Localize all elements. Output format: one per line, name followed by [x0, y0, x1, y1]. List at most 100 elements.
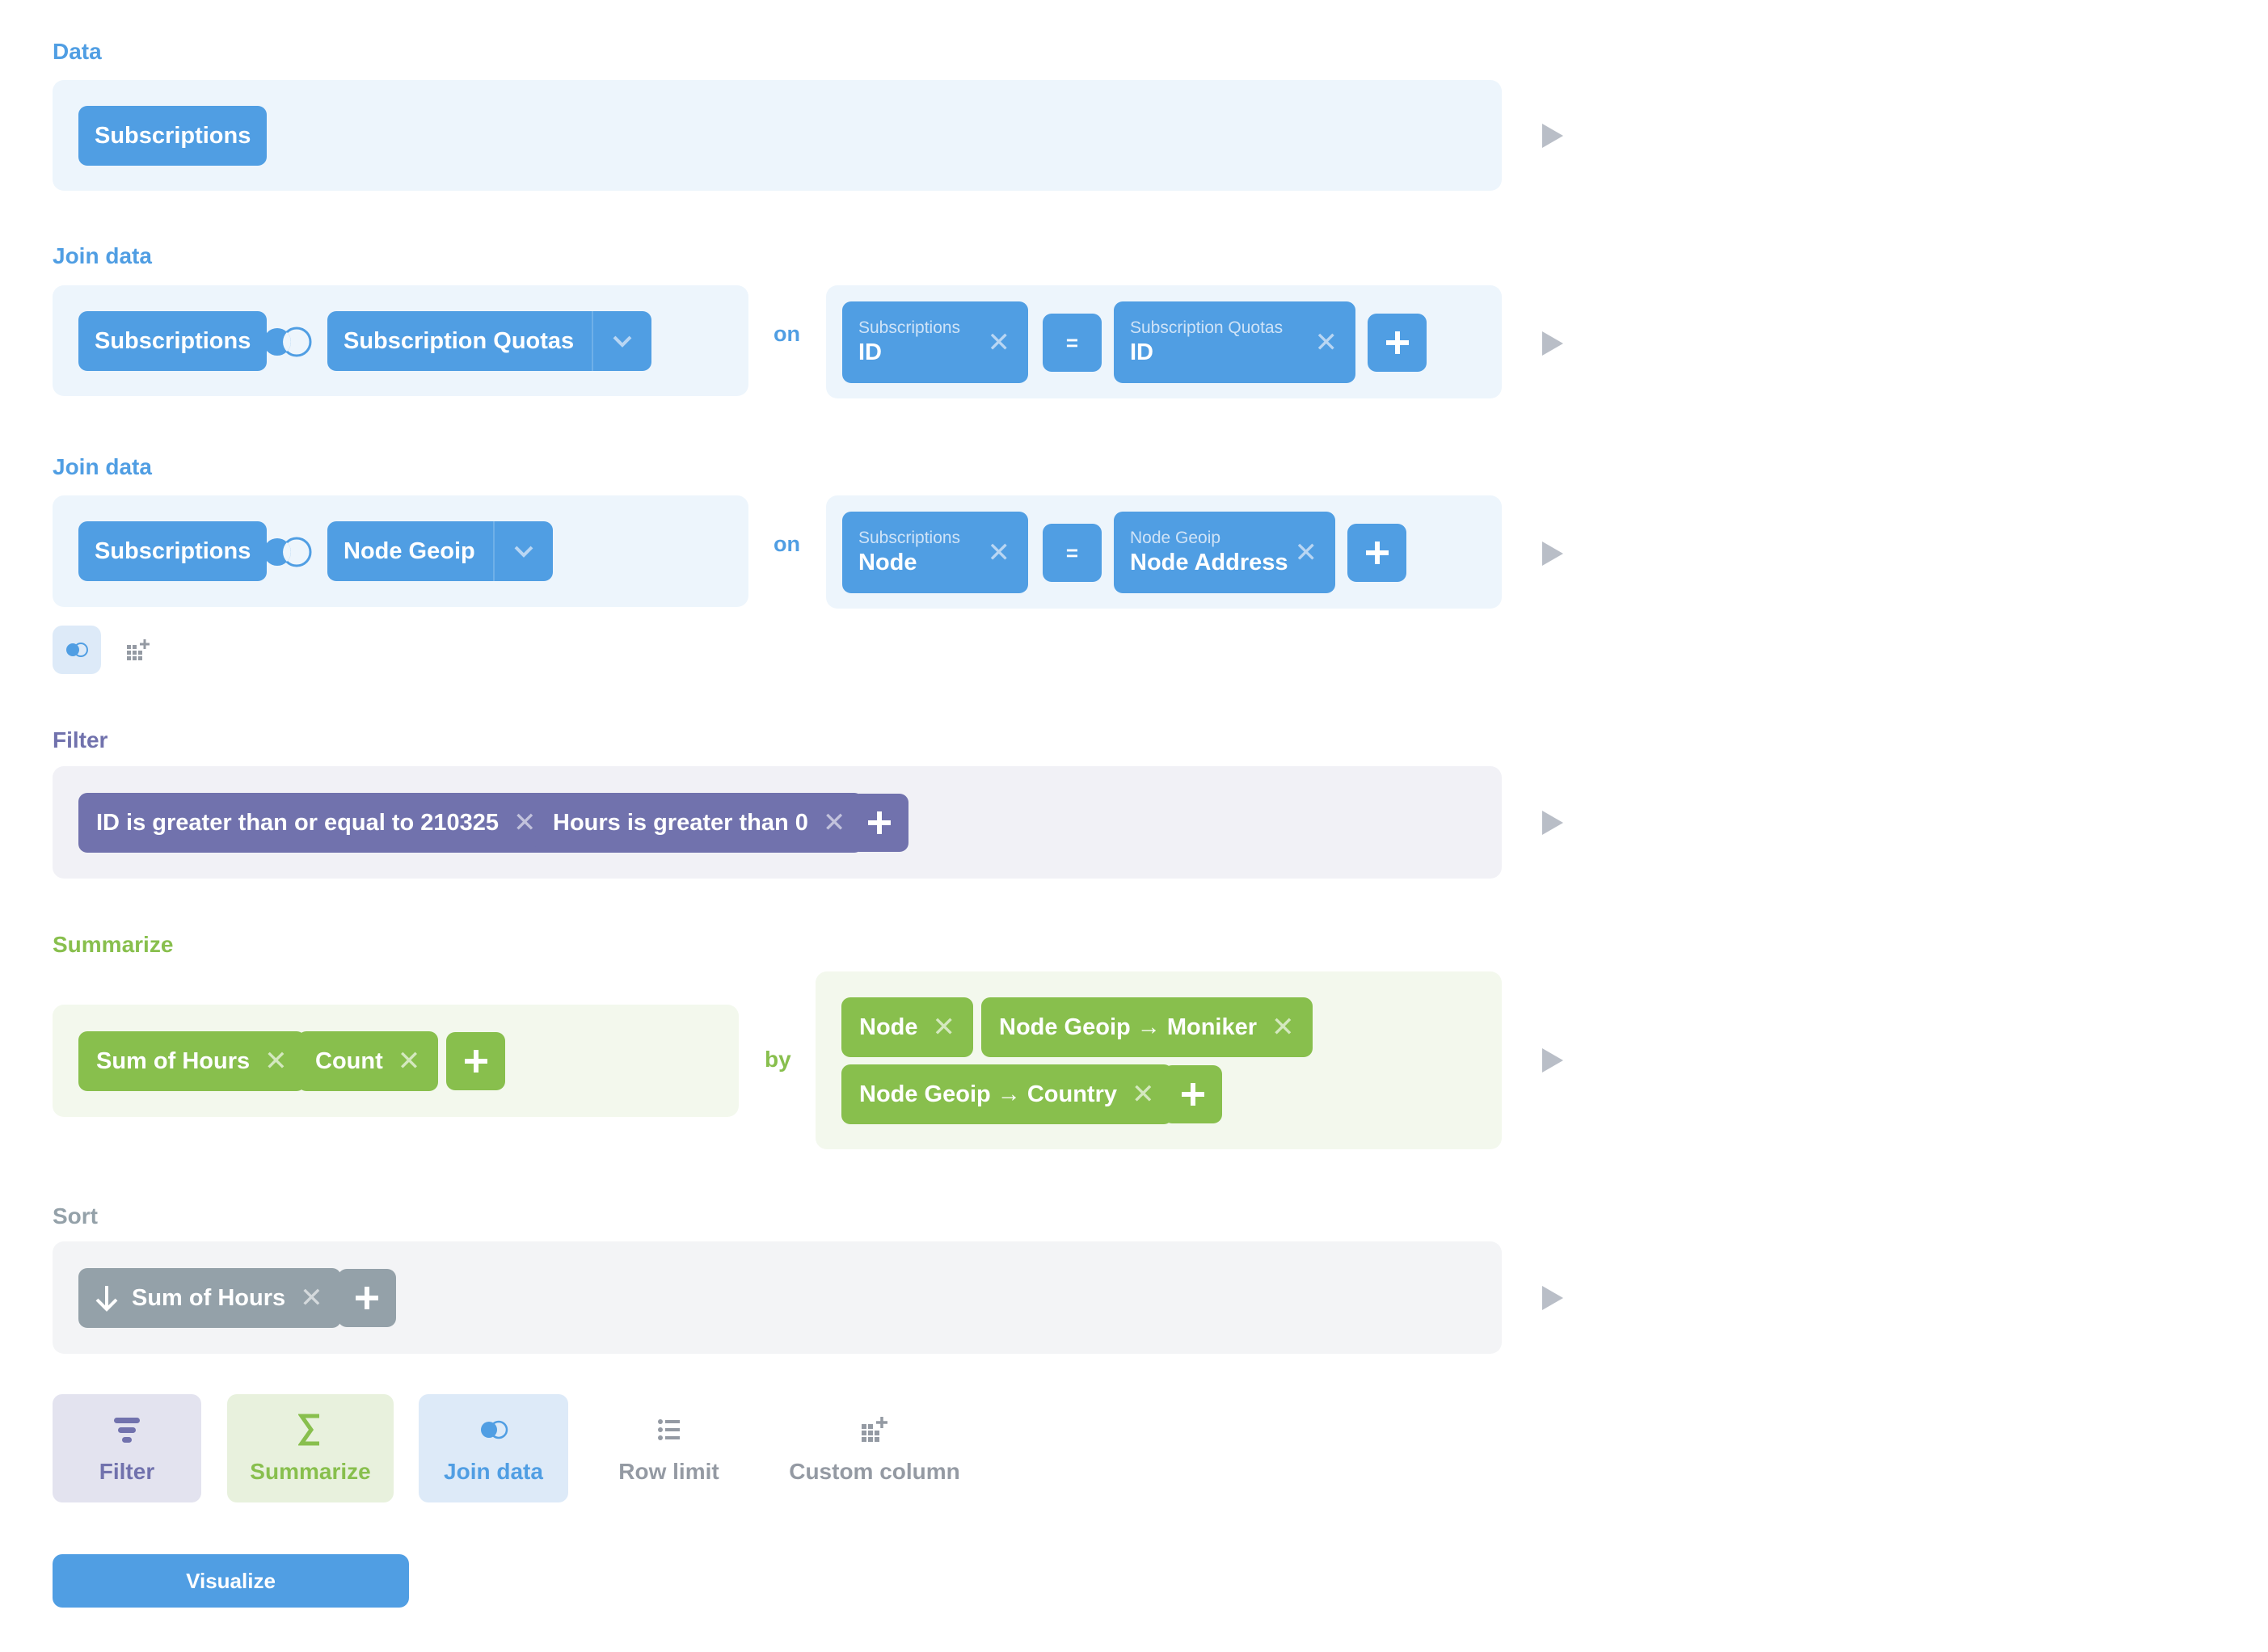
action-filter-button[interactable]: Filter: [53, 1394, 201, 1502]
join-2-left-field[interactable]: Subscriptions Node ✕: [842, 512, 1028, 593]
plus-icon: [464, 1050, 487, 1073]
preview-play-icon[interactable]: [1542, 1286, 1563, 1310]
remove-icon[interactable]: ✕: [300, 1284, 323, 1312]
breakout-item[interactable]: Node Geoip → Moniker ✕: [981, 997, 1313, 1057]
field-column-label: Node: [858, 550, 917, 575]
join-1-section-label: Join data: [53, 243, 152, 268]
breakout-item[interactable]: Node Geoip → Country ✕: [841, 1064, 1173, 1124]
add-join-condition-button[interactable]: [1347, 524, 1406, 582]
remove-icon[interactable]: ✕: [988, 539, 1011, 567]
preview-play-icon[interactable]: [1542, 124, 1563, 148]
breakout-label: Node: [859, 1014, 918, 1040]
metric-label: Sum of Hours: [96, 1047, 251, 1074]
sort-section-label: Sort: [53, 1203, 98, 1228]
join-2-right-field[interactable]: Node Geoip Node Address ✕: [1114, 512, 1335, 593]
chevron-down-icon[interactable]: [495, 545, 553, 558]
metric-label: Count: [315, 1047, 383, 1074]
breakout-item[interactable]: Node ✕: [841, 997, 973, 1057]
action-row-limit-button[interactable]: Row limit: [594, 1394, 744, 1502]
action-join-data-button[interactable]: Join data: [419, 1394, 568, 1502]
field-table-label: Subscription Quotas: [1130, 318, 1284, 337]
metric-item[interactable]: Sum of Hours ✕: [78, 1031, 306, 1091]
preview-play-icon[interactable]: [1542, 1048, 1563, 1073]
summarize-breakouts-box: Node ✕ Node Geoip → Moniker ✕ Node Geoip…: [816, 971, 1502, 1149]
plus-icon: [356, 1287, 378, 1309]
join-2-operator[interactable]: =: [1043, 524, 1102, 582]
visualize-button[interactable]: Visualize: [53, 1554, 409, 1608]
data-step-box: Subscriptions: [53, 80, 1502, 191]
venn-left-join-icon[interactable]: [261, 536, 314, 572]
join-1-left-table-label: Subscriptions: [95, 327, 251, 354]
join-1-right-table-label: Subscription Quotas: [344, 327, 575, 354]
add-filter-button[interactable]: [850, 794, 908, 852]
join-1-on-label: on: [774, 322, 800, 346]
sort-item[interactable]: Sum of Hours ✕: [78, 1268, 341, 1328]
join-2-right-table[interactable]: Node Geoip: [327, 521, 553, 581]
inline-join-data-button[interactable]: [53, 626, 101, 674]
join-1-operator[interactable]: =: [1043, 314, 1102, 372]
remove-icon[interactable]: ✕: [513, 809, 537, 837]
remove-icon[interactable]: ✕: [933, 1014, 956, 1041]
remove-icon[interactable]: ✕: [823, 809, 846, 837]
list-icon: [657, 1412, 681, 1448]
remove-icon[interactable]: ✕: [1295, 539, 1318, 567]
field-column-label: ID: [1130, 339, 1153, 365]
join-1-condition-box: Subscriptions ID ✕ = Subscription Quotas…: [826, 285, 1502, 398]
venn-left-join-icon[interactable]: [261, 326, 314, 362]
filter-item[interactable]: ID is greater than or equal to 210325 ✕: [78, 793, 554, 853]
field-column-label: Node Address: [1130, 550, 1288, 575]
plus-icon: [1181, 1083, 1204, 1106]
filter-item[interactable]: Hours is greater than 0 ✕: [535, 793, 864, 853]
join-1-tables-box: Subscriptions Subscription Quotas: [53, 285, 748, 396]
venn-icon: [478, 1412, 510, 1448]
join-1-left-field[interactable]: Subscriptions ID ✕: [842, 301, 1028, 383]
join-2-section-label: Join data: [53, 454, 152, 479]
action-label: Custom column: [789, 1459, 960, 1484]
join-1-right-table[interactable]: Subscription Quotas: [327, 311, 652, 371]
add-join-condition-button[interactable]: [1368, 314, 1427, 372]
add-breakout-button[interactable]: [1163, 1065, 1222, 1123]
venn-icon: [66, 643, 88, 657]
breakout-label: Node Geoip → Country: [859, 1081, 1117, 1107]
add-metric-button[interactable]: [446, 1032, 505, 1090]
summarize-by-label: by: [765, 1047, 791, 1072]
chevron-down-icon[interactable]: [593, 335, 651, 348]
data-section-label: Data: [53, 39, 102, 64]
data-source-table[interactable]: Subscriptions: [78, 106, 268, 166]
join-2-condition-box: Subscriptions Node ✕ = Node Geoip Node A…: [826, 495, 1502, 609]
add-sort-button[interactable]: [338, 1269, 396, 1327]
join-2-on-label: on: [774, 532, 800, 556]
join-2-left-table[interactable]: Subscriptions: [78, 521, 268, 581]
summarize-metrics-box: Sum of Hours ✕ Count ✕: [53, 1005, 739, 1117]
action-custom-column-button[interactable]: Custom column: [769, 1394, 980, 1502]
field-table-label: Node Geoip: [1130, 529, 1221, 547]
field-table-label: Subscriptions: [858, 529, 961, 547]
metric-item[interactable]: Count ✕: [297, 1031, 439, 1091]
grid-plus-icon: [860, 1412, 889, 1448]
plus-icon: [1365, 542, 1389, 564]
action-label: Summarize: [250, 1459, 371, 1484]
action-label: Filter: [99, 1459, 155, 1484]
inline-custom-column-button[interactable]: [125, 638, 151, 665]
arrow-down-icon: [95, 1286, 118, 1312]
field-table-label: Subscriptions: [858, 318, 961, 337]
preview-play-icon[interactable]: [1542, 811, 1563, 835]
join-2-right-table-label: Node Geoip: [344, 537, 475, 564]
join-2-left-table-label: Subscriptions: [95, 537, 251, 564]
remove-icon[interactable]: ✕: [1271, 1014, 1295, 1041]
join-1-left-table[interactable]: Subscriptions: [78, 311, 268, 371]
preview-play-icon[interactable]: [1542, 331, 1563, 356]
remove-icon[interactable]: ✕: [1315, 329, 1338, 356]
remove-icon[interactable]: ✕: [264, 1047, 288, 1075]
filter-icon: [112, 1412, 141, 1448]
join-1-right-field[interactable]: Subscription Quotas ID ✕: [1114, 301, 1355, 383]
remove-icon[interactable]: ✕: [1132, 1081, 1155, 1108]
preview-play-icon[interactable]: [1542, 542, 1563, 566]
data-source-label: Subscriptions: [95, 122, 251, 149]
action-label: Row limit: [618, 1459, 719, 1484]
sort-step-box: Sum of Hours ✕: [53, 1241, 1502, 1354]
action-summarize-button[interactable]: Summarize: [227, 1394, 394, 1502]
remove-icon[interactable]: ✕: [988, 329, 1011, 356]
remove-icon[interactable]: ✕: [398, 1047, 421, 1075]
filter-item-label: ID is greater than or equal to 210325: [96, 809, 500, 836]
